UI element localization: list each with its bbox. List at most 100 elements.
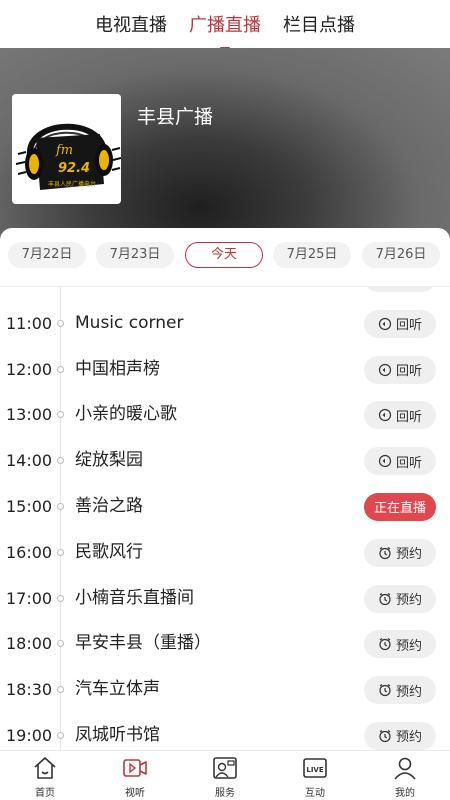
action-label: 预约 <box>395 638 422 654</box>
program-time: 12:00 <box>6 359 53 379</box>
date-tab-0725[interactable]: 7月25日 <box>273 242 351 268</box>
reserve-button[interactable]: 预约 <box>364 630 436 659</box>
replay-button[interactable]: 回听 <box>364 309 436 338</box>
program-row[interactable]: 19:00 凤城听书馆 预约 <box>0 713 450 750</box>
program-time: 18:30 <box>6 680 53 700</box>
headphone-logo-icon: fm 92.4 丰县人民广播电台 <box>12 94 121 204</box>
action-label: 回听 <box>395 318 422 334</box>
alarm-clock-icon <box>379 592 391 605</box>
program-title: 汽车立体声 <box>75 679 160 700</box>
date-tab-today[interactable]: 今天 <box>185 242 263 268</box>
replay-button[interactable]: 回听 <box>364 355 436 384</box>
action-label: 回听 <box>395 364 422 380</box>
action-label: 回听 <box>395 409 422 425</box>
replay-button[interactable]: 回听 <box>364 287 436 292</box>
date-tab-0723[interactable]: 7月23日 <box>96 242 174 268</box>
program-time: 16:00 <box>6 542 53 562</box>
action-label: 预约 <box>395 684 422 700</box>
nav-service[interactable]: 服务 <box>180 751 270 800</box>
alarm-clock-icon <box>379 729 391 743</box>
program-row[interactable]: 17:00 小楠音乐直播间 预约 <box>0 576 450 622</box>
action-label: 回听 <box>396 287 422 288</box>
reserve-button[interactable]: 预约 <box>364 676 436 705</box>
date-tab-0722[interactable]: 7月22日 <box>8 242 86 268</box>
tab-tv-live[interactable]: 电视直播 <box>93 11 169 37</box>
program-row[interactable]: 14:00 绽放梨园 回听 <box>0 438 450 484</box>
program-row[interactable]: 18:30 汽车立体声 预约 <box>0 667 450 713</box>
program-time: 13:00 <box>6 405 53 425</box>
nav-service-label: 服务 <box>215 788 235 799</box>
tab-program-vod[interactable]: 栏目点播 <box>281 11 357 37</box>
nav-profile[interactable]: 我的 <box>360 751 450 800</box>
action-label: 预约 <box>395 547 422 563</box>
program-title: 凤城听书馆 <box>75 724 160 745</box>
live-now-button[interactable]: 正在直播 <box>364 492 436 521</box>
action-label: 预约 <box>395 593 422 609</box>
program-row[interactable]: 15:00 善治之路 正在直播 <box>0 484 450 530</box>
timeline-dot <box>57 594 64 602</box>
svg-text:fm: fm <box>55 143 73 158</box>
action-label: 回听 <box>395 455 422 471</box>
reserve-button[interactable]: 预约 <box>364 721 436 750</box>
profile-icon <box>394 757 416 780</box>
station-logo: fm 92.4 丰县人民广播电台 <box>12 94 121 204</box>
program-row[interactable]: 10:00 凤城听书馆 回听 <box>0 287 450 301</box>
nav-interact[interactable]: LIVE 互动 <box>270 751 360 800</box>
program-time: 19:00 <box>6 725 53 745</box>
tab-radio-live[interactable]: 广播直播 <box>187 11 263 37</box>
program-title: 民歌风行 <box>75 541 143 562</box>
nav-media-label: 视听 <box>125 788 145 799</box>
video-icon <box>123 759 147 777</box>
top-tab-bar: 电视直播 广播直播 栏目点播 <box>0 0 450 48</box>
program-time: 17:00 <box>6 588 53 608</box>
program-row[interactable]: 12:00 中国相声榜 回听 <box>0 347 450 393</box>
nav-home[interactable]: 首页 <box>0 751 90 800</box>
date-tab-0726[interactable]: 7月26日 <box>362 242 440 268</box>
replay-icon <box>378 363 392 376</box>
live-icon: LIVE <box>303 758 327 778</box>
program-title: 小楠音乐直播间 <box>75 587 194 608</box>
program-title: 小亲的暖心歌 <box>75 404 177 425</box>
home-icon <box>34 757 56 779</box>
svg-text:92.4: 92.4 <box>58 161 90 176</box>
bottom-nav: 首页 视听 服务 LIVE 互动 我的 <box>0 750 450 800</box>
timeline-dot <box>57 457 64 465</box>
nav-media[interactable]: 视听 <box>90 751 180 800</box>
program-time: 14:00 <box>6 451 53 471</box>
nav-profile-label: 我的 <box>395 788 415 799</box>
program-title: 凤城听书馆 <box>75 287 160 301</box>
date-selector: 7月22日 7月23日 今天 7月25日 7月26日 <box>0 242 450 272</box>
program-row[interactable]: 11:00 Music corner 回听 <box>0 301 450 347</box>
action-label: 正在直播 <box>373 501 426 517</box>
timeline-dot <box>57 640 64 648</box>
replay-button[interactable]: 回听 <box>364 401 436 430</box>
program-title: 早安丰县（重播） <box>75 633 211 654</box>
replay-icon <box>378 409 392 422</box>
alarm-clock-icon <box>379 546 391 559</box>
program-time: 10:00 <box>6 287 52 301</box>
program-row[interactable]: 18:00 早安丰县（重播） 预约 <box>0 621 450 667</box>
nav-home-label: 首页 <box>35 788 55 799</box>
reserve-button[interactable]: 预约 <box>364 584 436 613</box>
schedule-panel: 7月22日 7月23日 今天 7月25日 7月26日 10:00凤城听书馆回听1… <box>0 228 450 750</box>
svg-text:LIVE: LIVE <box>306 766 323 774</box>
svg-text:丰县人民广播电台: 丰县人民广播电台 <box>48 180 96 188</box>
program-title: 绽放梨园 <box>75 450 143 471</box>
replay-button[interactable]: 回听 <box>364 447 436 476</box>
station-banner: fm 92.4 丰县人民广播电台 丰县广播 <box>0 48 450 240</box>
action-label: 预约 <box>395 730 422 746</box>
timeline-dot <box>57 731 64 739</box>
program-row[interactable]: 13:00 小亲的暖心歌 回听 <box>0 392 450 438</box>
reserve-button[interactable]: 预约 <box>364 538 436 567</box>
program-title: 中国相声榜 <box>75 358 160 379</box>
timeline-dot <box>57 365 64 373</box>
timeline-dot <box>57 502 64 510</box>
program-row[interactable]: 16:00 民歌风行 预约 <box>0 530 450 576</box>
service-icon <box>213 757 237 779</box>
program-title: Music corner <box>75 312 184 333</box>
timeline-dot <box>57 548 64 556</box>
program-list[interactable]: 10:00凤城听书馆回听11:00Music corner回听12:00中国相声… <box>0 287 450 750</box>
replay-icon <box>378 455 392 468</box>
program-time: 18:00 <box>6 634 53 654</box>
replay-icon <box>378 317 392 330</box>
